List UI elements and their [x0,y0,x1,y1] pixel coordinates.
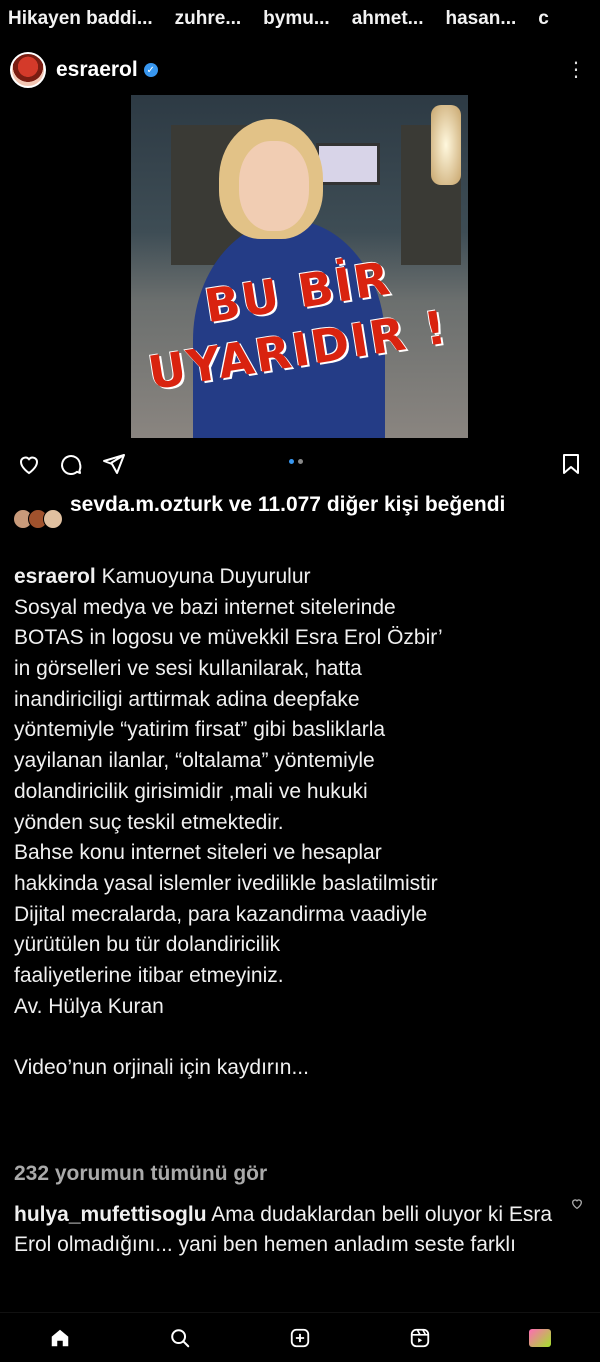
story-item[interactable]: ahmet... [352,8,424,30]
caption-username[interactable]: esraerol [14,565,96,588]
avatar[interactable] [10,52,46,88]
comment-item: hulya_mufettisoglu Ama dudaklardan belli… [14,1200,574,1260]
likes-count[interactable]: sevda.m.ozturk ve 11.077 diğer kişi beğe… [70,490,590,520]
post-header: esraerol ✓ ⋮ [0,48,600,92]
story-item[interactable]: Hikayen baddi... [8,8,153,30]
post-caption: esraerol Kamuoyuna Duyurulur Sosyal medy… [14,562,592,1084]
more-options-icon[interactable]: ⋮ [566,60,586,80]
heart-icon[interactable] [16,452,42,476]
caption-text: Kamuoyuna Duyurulur [101,565,311,588]
story-item[interactable]: c [538,8,549,30]
story-item[interactable]: hasan... [446,8,517,30]
caption-line: Sosyal medya ve bazi internet sitelerind… [14,595,396,619]
caption-line: Av. Hülya Kuran [14,994,164,1018]
caption-line: Dijital mecralarda, para kazandirma vaad… [14,902,428,926]
caption-line: yürütülen bu tür dolandiricilik [14,933,281,957]
caption-line: Bahse konu internet siteleri ve hesaplar [14,841,382,865]
action-bar [0,448,600,480]
person-face [239,141,309,231]
caption-line: in görselleri ve sesi kullanilarak, hatt… [14,657,362,681]
verified-icon: ✓ [143,63,158,77]
comment-username[interactable]: hulya_mufettisoglu [14,1203,207,1226]
caption-line: Video’nun orjinali için kaydırın... [14,1056,309,1079]
stories-bar: Hikayen baddi... zuhre... bymu... ahmet.… [0,0,600,38]
story-item[interactable]: zuhre... [175,8,242,30]
lamp-background [431,105,461,185]
bookmark-icon[interactable] [558,452,584,476]
profile-avatar[interactable] [528,1326,552,1350]
view-all-comments-link[interactable]: 232 yorumun tümünü gör [14,1162,267,1186]
create-icon[interactable] [288,1326,312,1350]
carousel-indicator [289,459,303,464]
bottom-navigation [0,1312,600,1362]
caption-line: inandiriciligi arttirmak adina deepfake [14,687,360,711]
post-image[interactable]: BU BİR UYARIDIR ! [131,95,468,438]
comment-icon[interactable] [58,452,84,476]
likers-avatars[interactable] [13,509,63,529]
monitor-background [316,143,380,185]
caption-line: BOTAS in logosu ve müvekkil Esra Erol Öz… [14,626,443,650]
home-icon[interactable] [48,1326,72,1350]
reels-icon[interactable] [408,1326,432,1350]
story-item[interactable]: bymu... [263,8,330,30]
caption-line: yönden suç teskil etmektedir. [14,810,284,834]
caption-line: hakkinda yasal islemler ivedilikle basla… [14,871,438,895]
post-username[interactable]: esraerol [56,58,138,82]
caption-line: yöntemiyle “yatirim firsat” gibi baslikl… [14,718,386,742]
caption-line: yayilanan ilanlar, “oltalama” yöntemiyle [14,749,375,773]
search-icon[interactable] [168,1326,192,1350]
comment-like-icon[interactable] [570,1197,584,1210]
share-icon[interactable] [101,452,127,476]
caption-line: faaliyetlerine itibar etmeyiniz. [14,963,284,987]
caption-line [14,1022,592,1053]
caption-line: dolandiricilik girisimidir ,mali ve huku… [14,779,368,803]
